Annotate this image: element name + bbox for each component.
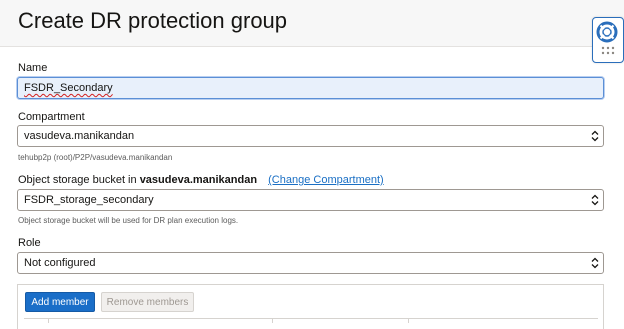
chevron-updown-icon [591, 130, 599, 142]
role-select-value: Not configured [24, 257, 96, 269]
change-compartment-link[interactable]: (Change Compartment) [268, 174, 384, 186]
role-label: Role [18, 237, 41, 249]
help-widget[interactable] [592, 17, 624, 63]
compartment-path: tehubp2p (root)/P2P/vasudeva.manikandan [18, 153, 173, 162]
grip-icon[interactable] [601, 46, 615, 56]
column-divider [408, 319, 409, 323]
remove-members-button: Remove members [101, 292, 194, 312]
header-divider [0, 46, 624, 47]
lifebuoy-icon [596, 21, 618, 43]
members-table-header [24, 318, 598, 323]
compartment-select-value: vasudeva.manikandan [24, 130, 135, 142]
bucket-helper: Object storage bucket will be used for D… [18, 216, 239, 225]
compartment-select[interactable]: vasudeva.manikandan [17, 125, 604, 147]
bucket-select[interactable]: FSDR_storage_secondary [17, 189, 604, 211]
bucket-label: Object storage bucket in vasudeva.manika… [18, 174, 384, 186]
page-header: Create DR protection group [0, 0, 624, 46]
column-divider [48, 319, 49, 323]
chevron-updown-icon [591, 257, 599, 269]
column-divider [272, 319, 273, 323]
add-member-button[interactable]: Add member [25, 292, 95, 312]
chevron-updown-icon [591, 194, 599, 206]
name-input-value: FSDR_Secondary [24, 82, 113, 94]
bucket-select-value: FSDR_storage_secondary [24, 194, 154, 206]
name-label: Name [18, 62, 48, 74]
bucket-label-prefix: Object storage bucket in [18, 174, 137, 186]
role-select[interactable]: Not configured [17, 252, 604, 274]
bucket-label-compartment: vasudeva.manikandan [139, 174, 258, 186]
compartment-label: Compartment [18, 111, 85, 123]
name-input[interactable]: FSDR_Secondary [17, 77, 604, 99]
page-title: Create DR protection group [18, 8, 288, 33]
